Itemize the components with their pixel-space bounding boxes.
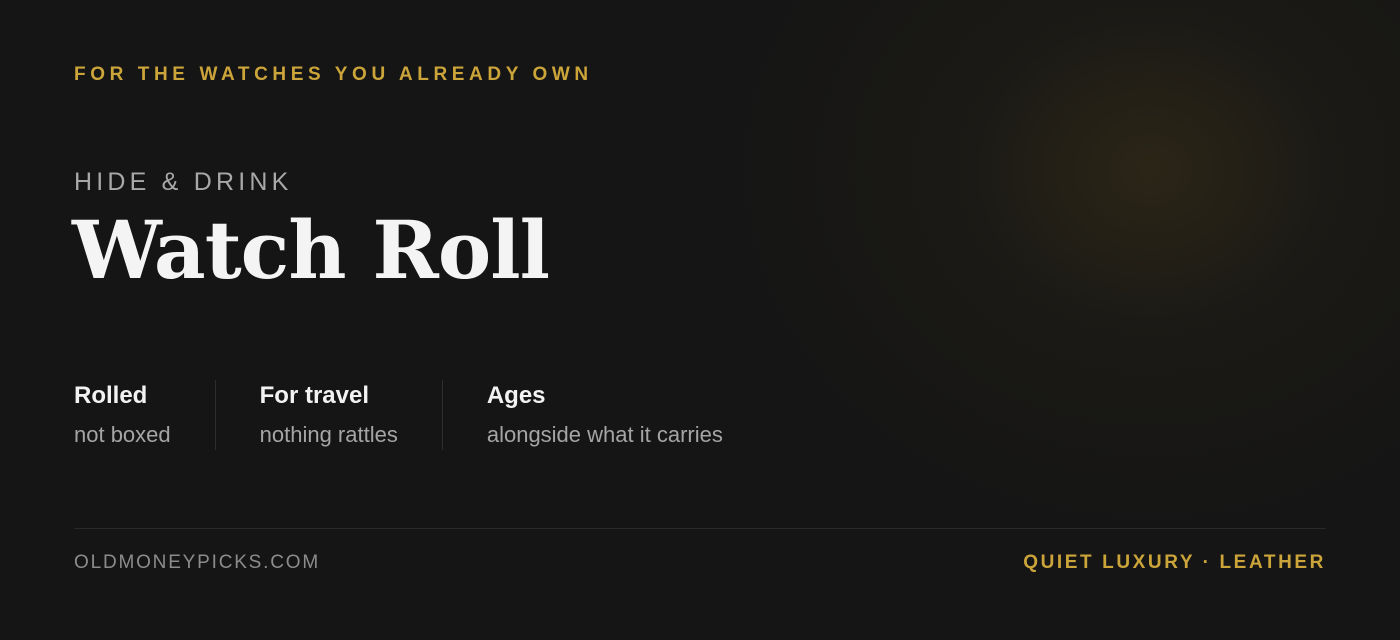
feature-title: Rolled [74, 382, 148, 409]
feature-subtitle: nothing rattles [259, 422, 398, 447]
feature-item: For travel nothing rattles [260, 380, 443, 450]
feature-subtitle: not boxed [74, 422, 171, 447]
feature-title: Ages [486, 382, 546, 409]
footer-tagline: QUIET LUXURY · LEATHER [1023, 552, 1326, 573]
promo-card: FOR THE WATCHES YOU ALREADY OWN HIDE & D… [0, 0, 1400, 640]
feature-title: For travel [259, 382, 370, 409]
feature-item: Ages alongside what it carries [487, 380, 723, 450]
site-domain: OLDMONEYPICKS.COM [74, 552, 320, 573]
footer-divider [74, 528, 1326, 529]
product-title: Watch Roll [72, 203, 550, 297]
feature-list: Rolled not boxed For travel nothing ratt… [74, 380, 723, 450]
brand-name: HIDE & DRINK [74, 168, 293, 196]
eyebrow-text: FOR THE WATCHES YOU ALREADY OWN [74, 64, 593, 85]
feature-item: Rolled not boxed [74, 380, 216, 450]
feature-subtitle: alongside what it carries [486, 422, 723, 447]
